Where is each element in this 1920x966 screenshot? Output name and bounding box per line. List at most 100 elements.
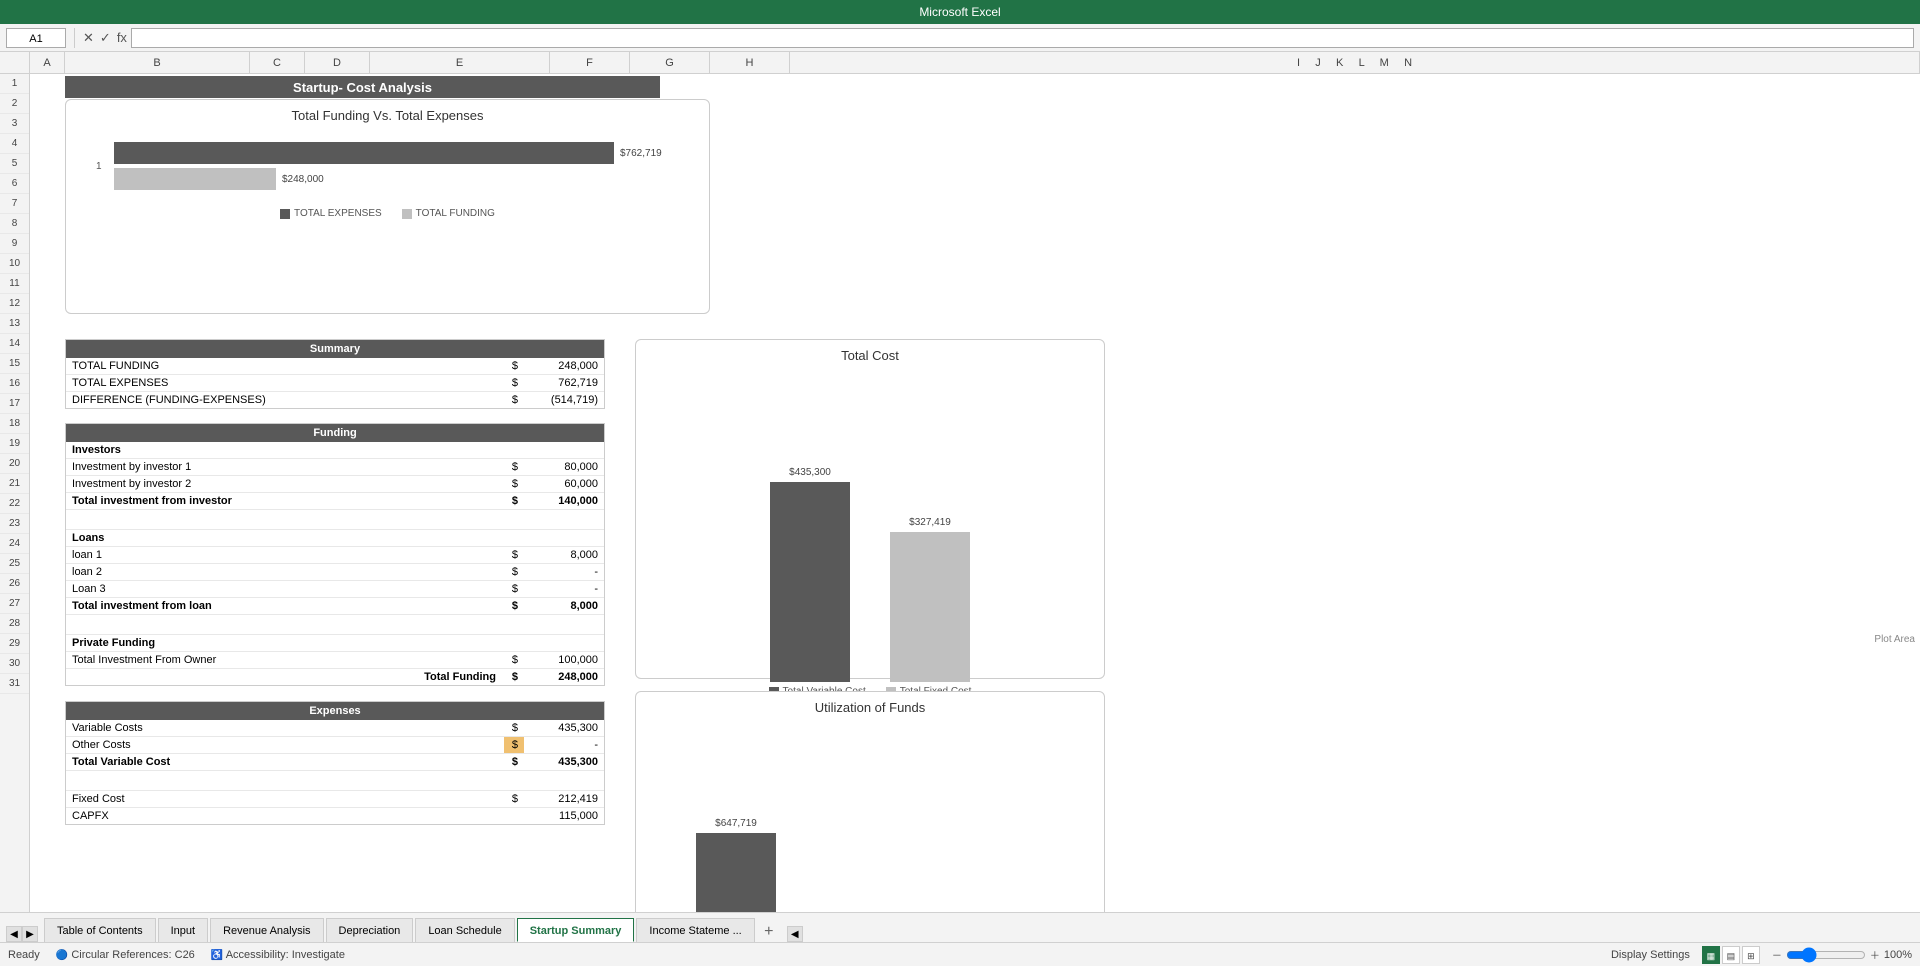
row-num-6: 6 <box>0 174 29 194</box>
inv1-label: Investment by investor 1 <box>66 459 504 475</box>
funding-row-loan1[interactable]: loan 1 $ 8,000 <box>66 547 604 564</box>
formula-divider <box>74 28 75 48</box>
funding-row-loan3[interactable]: Loan 3 $ - <box>66 581 604 598</box>
chart3-bar1-col: $647,719 <box>696 818 776 912</box>
row-num-29: 29 <box>0 634 29 654</box>
row-num-26: 26 <box>0 574 29 594</box>
zoom-in-btn[interactable]: ＋ <box>1870 947 1880 962</box>
row-num-30: 30 <box>0 654 29 674</box>
formula-icons: ✕ ✓ fx <box>83 30 127 46</box>
row-num-11: 11 <box>0 274 29 294</box>
row-num-9: 9 <box>0 234 29 254</box>
expenses-table[interactable]: Expenses Variable Costs $ 435,300 Other … <box>65 701 605 825</box>
status-circular-ref: 🔵 Circular References: C26 <box>56 949 195 961</box>
status-accessibility: ♿ Accessibility: Investigate <box>211 949 345 961</box>
col-header-f[interactable]: F <box>550 52 630 73</box>
chart1-bar2-value: $248,000 <box>282 174 324 185</box>
cell-reference-box[interactable]: A1 <box>6 28 66 48</box>
col-header-g[interactable]: G <box>630 52 710 73</box>
tab-loan-schedule[interactable]: Loan Schedule <box>415 918 514 942</box>
row-num-7: 7 <box>0 194 29 214</box>
confirm-icon[interactable]: ✓ <box>100 30 111 46</box>
tab-income-statement[interactable]: Income Stateme ... <box>636 918 754 942</box>
row-num-18: 18 <box>0 414 29 434</box>
chart1-legend-item-1: TOTAL EXPENSES <box>280 208 382 219</box>
add-sheet-button[interactable]: + <box>757 922 781 942</box>
col-header-rest[interactable]: I J K L M N <box>790 52 1920 73</box>
status-bar: Ready 🔵 Circular References: C26 ♿ Acces… <box>0 942 1920 966</box>
row-num-31: 31 <box>0 674 29 694</box>
funding-row-owner[interactable]: Total Investment From Owner $ 100,000 <box>66 652 604 669</box>
chart1-legend-label-2: TOTAL FUNDING <box>416 208 495 219</box>
summary-row-2[interactable]: TOTAL EXPENSES $ 762,719 <box>66 375 604 392</box>
summary-row-1[interactable]: TOTAL FUNDING $ 248,000 <box>66 358 604 375</box>
tab-scroll-left[interactable]: ◀ <box>6 926 22 942</box>
summary-table[interactable]: Summary TOTAL FUNDING $ 248,000 TOTAL EX… <box>65 339 605 409</box>
chart1-bar-container: $762,719 $248,000 <box>114 142 689 190</box>
funding-row-loan2[interactable]: loan 2 $ - <box>66 564 604 581</box>
expenses-row-capfx[interactable]: CAPFX 115,000 <box>66 808 604 824</box>
chart1-bar-row: 1 $762,719 $248,000 <box>96 142 689 190</box>
tab-extra-left[interactable]: ◀ <box>787 926 803 942</box>
funding-table[interactable]: Funding Investors Investment by investor… <box>65 423 605 686</box>
col-header-d[interactable]: D <box>305 52 370 73</box>
display-settings[interactable]: Display Settings <box>1611 949 1690 961</box>
tab-input[interactable]: Input <box>158 918 208 942</box>
funding-row-private: Private Funding <box>66 635 604 652</box>
chart2-bar1-val: $435,300 <box>789 467 831 478</box>
function-icon[interactable]: fx <box>117 30 127 45</box>
formula-input[interactable] <box>131 28 1914 48</box>
tab-depreciation[interactable]: Depreciation <box>326 918 414 942</box>
expenses-row-other[interactable]: Other Costs $ - <box>66 737 604 754</box>
expenses-row-variable[interactable]: Variable Costs $ 435,300 <box>66 720 604 737</box>
funding-row-inv1[interactable]: Investment by investor 1 $ 80,000 <box>66 459 604 476</box>
chart2-bar1-col: $435,300 <box>770 467 850 682</box>
row-num-2: 2 <box>0 94 29 114</box>
funding-table-header: Funding <box>66 424 604 442</box>
tab-revenue-analysis[interactable]: Revenue Analysis <box>210 918 323 942</box>
zoom-out-btn[interactable]: － <box>1772 947 1782 962</box>
summary-label-3: DIFFERENCE (FUNDING-EXPENSES) <box>66 392 504 408</box>
tab-startup-summary[interactable]: Startup Summary <box>517 918 635 942</box>
main-grid[interactable]: Startup- Cost Analysis Total Funding Vs.… <box>30 74 1920 912</box>
normal-view-btn[interactable]: ▦ <box>1702 946 1720 964</box>
chart1-bar2-wrap: $248,000 <box>114 168 689 190</box>
chart1-row-label: 1 <box>96 161 108 172</box>
summary-table-header: Summary <box>66 340 604 358</box>
summary-value-1: 248,000 <box>524 358 604 374</box>
chart-utilization[interactable]: Utilization of Funds $647,719 <box>635 691 1105 912</box>
spreadsheet: A B C D E F G H I J K L M N 1 2 3 4 5 6 … <box>0 52 1920 912</box>
row-num-5: 5 <box>0 154 29 174</box>
chart-funding-vs-expenses[interactable]: Total Funding Vs. Total Expenses 1 $762,… <box>65 99 710 314</box>
tab-scroll-right[interactable]: ▶ <box>22 926 38 942</box>
status-ready: Ready <box>8 949 40 961</box>
funding-row-inv2[interactable]: Investment by investor 2 $ 60,000 <box>66 476 604 493</box>
funding-row-total-inv[interactable]: Total investment from investor $ 140,000 <box>66 493 604 510</box>
tab-extra-btns: ◀ <box>787 926 803 942</box>
funding-row-total-loan[interactable]: Total investment from loan $ 8,000 <box>66 598 604 615</box>
chart2-bar2-col: $327,419 <box>890 517 970 682</box>
chart3-bar1-val: $647,719 <box>715 818 757 829</box>
tab-table-of-contents[interactable]: Table of Contents <box>44 918 156 942</box>
col-header-a[interactable]: A <box>30 52 65 73</box>
summary-value-3: (514,719) <box>524 392 604 408</box>
page-break-btn[interactable]: ⊞ <box>1742 946 1760 964</box>
chart-total-cost[interactable]: Total Cost $435,300 $327,419 <box>635 339 1105 679</box>
chart3-bar1 <box>696 833 776 912</box>
row-num-17: 17 <box>0 394 29 414</box>
funding-row-total-funding[interactable]: Total Funding $ 248,000 <box>66 669 604 685</box>
col-header-h[interactable]: H <box>710 52 790 73</box>
chart1-bar1-wrap: $762,719 <box>114 142 689 164</box>
expenses-row-fixed[interactable]: Fixed Cost $ 212,419 <box>66 791 604 808</box>
page-layout-btn[interactable]: ▤ <box>1722 946 1740 964</box>
col-header-c[interactable]: C <box>250 52 305 73</box>
expenses-row-total-variable[interactable]: Total Variable Cost $ 435,300 <box>66 754 604 771</box>
funding-row-loans: Loans <box>66 530 604 547</box>
summary-row-3[interactable]: DIFFERENCE (FUNDING-EXPENSES) $ (514,719… <box>66 392 604 408</box>
col-header-e[interactable]: E <box>370 52 550 73</box>
spreadsheet-title: Startup- Cost Analysis <box>65 76 660 98</box>
col-header-b[interactable]: B <box>65 52 250 73</box>
cancel-icon[interactable]: ✕ <box>83 30 94 46</box>
column-headers: A B C D E F G H I J K L M N <box>0 52 1920 74</box>
zoom-slider[interactable] <box>1786 947 1866 963</box>
